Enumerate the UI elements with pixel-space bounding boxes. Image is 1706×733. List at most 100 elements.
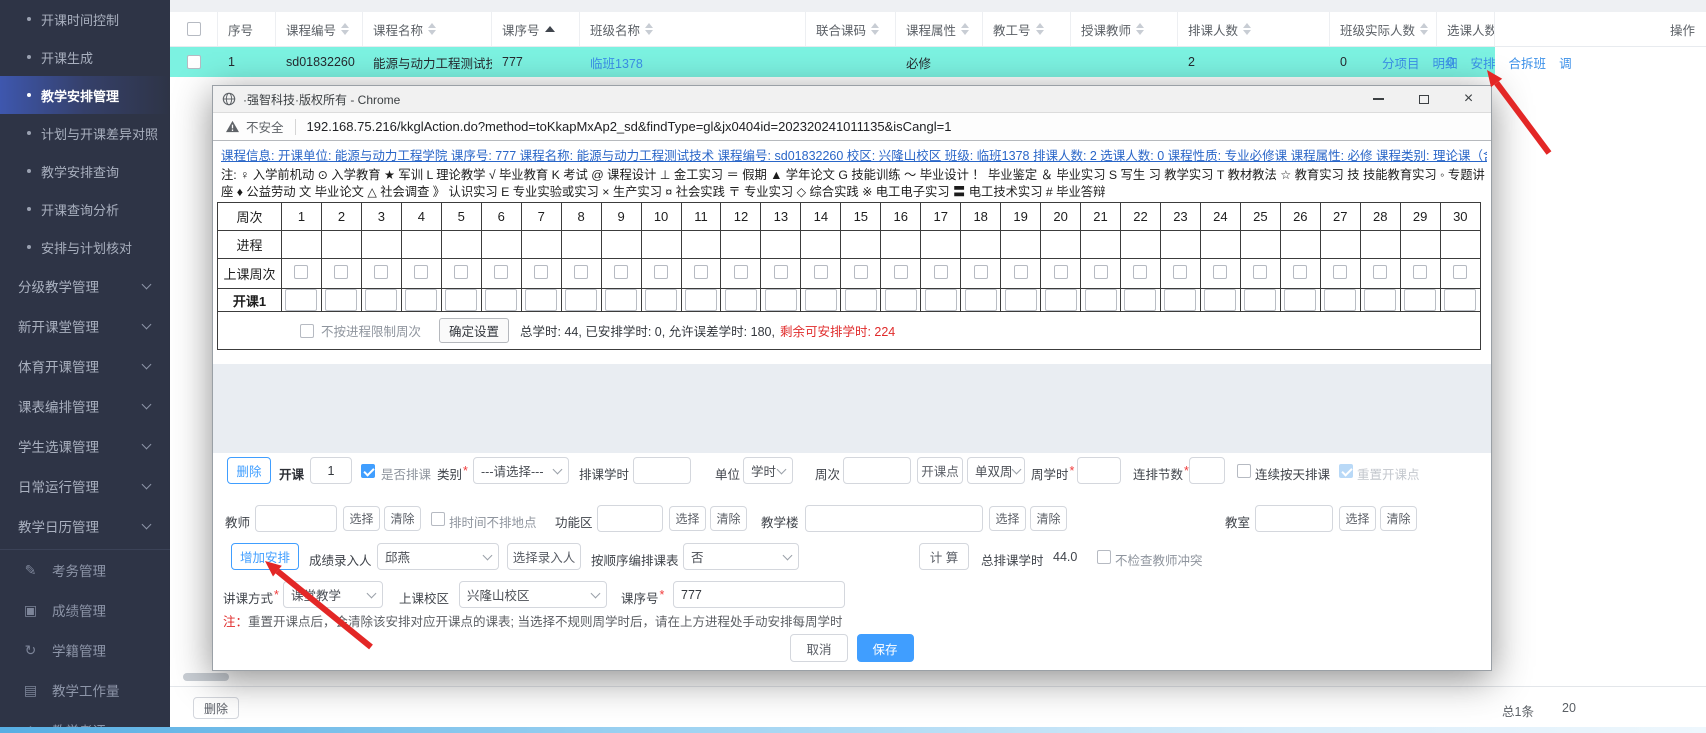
week-hours-input[interactable] xyxy=(1045,289,1077,311)
progress-cell[interactable] xyxy=(282,231,322,259)
progress-cell[interactable] xyxy=(721,231,761,259)
week-hours-input[interactable] xyxy=(445,289,477,311)
by-day-checkbox[interactable] xyxy=(1237,464,1251,478)
sort-icon[interactable] xyxy=(871,23,879,35)
week-checkbox[interactable] xyxy=(1173,265,1187,279)
teacher-clear-button[interactable]: 清除 xyxy=(384,506,421,531)
sidebar-item-4[interactable]: 教学安排查询 xyxy=(0,152,170,190)
week-hours-input[interactable] xyxy=(1444,289,1476,311)
sidebar-module-0[interactable]: ✎考务管理 xyxy=(0,550,170,590)
cell-value[interactable]: 临班1378 xyxy=(590,53,643,72)
week-hours-input[interactable] xyxy=(365,289,397,311)
course-no-input[interactable] xyxy=(673,581,845,608)
odd-even-select[interactable]: 单双周 xyxy=(967,457,1025,484)
week-checkbox[interactable] xyxy=(974,265,988,279)
zone-input[interactable] xyxy=(597,505,663,532)
week-checkbox[interactable] xyxy=(1413,265,1427,279)
campus-select[interactable]: 兴隆山校区 xyxy=(459,581,607,608)
week-checkbox[interactable] xyxy=(1293,265,1307,279)
week-hours-input[interactable] xyxy=(525,289,557,311)
progress-cell[interactable] xyxy=(1400,231,1440,259)
progress-cell[interactable] xyxy=(961,231,1001,259)
week-checkbox[interactable] xyxy=(774,265,788,279)
week-hours-input[interactable] xyxy=(645,289,677,311)
progress-cell[interactable] xyxy=(1440,231,1480,259)
action-link-0[interactable]: 分项目 xyxy=(1382,53,1420,72)
progress-cell[interactable] xyxy=(1240,231,1280,259)
progress-cell[interactable] xyxy=(1121,231,1161,259)
sort-icon[interactable] xyxy=(961,23,969,35)
sidebar-module-3[interactable]: ▤教学工作量 xyxy=(0,670,170,710)
progress-cell[interactable] xyxy=(1041,231,1081,259)
sidebar-item-6[interactable]: 安排与计划核对 xyxy=(0,228,170,266)
week-checkbox[interactable] xyxy=(734,265,748,279)
sidebar-item-5[interactable]: 开课查询分析 xyxy=(0,190,170,228)
window-titlebar[interactable]: ·强智科技·版权所有 - Chrome × xyxy=(213,86,1491,113)
sort-icon[interactable] xyxy=(1036,23,1044,35)
week-checkbox[interactable] xyxy=(614,265,628,279)
progress-cell[interactable] xyxy=(1081,231,1121,259)
week-hours-input[interactable] xyxy=(325,289,357,311)
sidebar-item-0[interactable]: 开课时间控制 xyxy=(0,0,170,38)
week-checkbox[interactable] xyxy=(1333,265,1347,279)
week-checkbox[interactable] xyxy=(1014,265,1028,279)
row-checkbox[interactable] xyxy=(187,55,201,69)
sidebar-group-5[interactable]: 日常运行管理 xyxy=(0,466,170,506)
week-checkbox[interactable] xyxy=(414,265,428,279)
week-checkbox[interactable] xyxy=(1373,265,1387,279)
action-link-3[interactable]: 合拆班 xyxy=(1509,53,1547,72)
week-checkbox[interactable] xyxy=(894,265,908,279)
progress-cell[interactable] xyxy=(401,231,441,259)
sidebar-group-1[interactable]: 新开课堂管理 xyxy=(0,306,170,346)
column-header-4[interactable]: 课序号 xyxy=(492,12,580,46)
week-hours-input[interactable] xyxy=(765,289,797,311)
progress-cell[interactable] xyxy=(801,231,841,259)
week-checkbox[interactable] xyxy=(1253,265,1267,279)
week-checkbox[interactable] xyxy=(1094,265,1108,279)
week-hours-input[interactable] xyxy=(1404,289,1436,311)
progress-cell[interactable] xyxy=(881,231,921,259)
method-select[interactable]: 课堂教学 xyxy=(283,581,383,608)
progress-cell[interactable] xyxy=(641,231,681,259)
week-checkbox[interactable] xyxy=(494,265,508,279)
column-header-9[interactable]: 授课教师 xyxy=(1071,12,1178,46)
calculate-button[interactable]: 计 算 xyxy=(919,543,969,570)
week-input[interactable] xyxy=(843,457,911,484)
progress-cell[interactable] xyxy=(841,231,881,259)
week-hours-input[interactable] xyxy=(1324,289,1356,311)
select-all-checkbox[interactable] xyxy=(187,22,201,36)
order-select[interactable]: 否 xyxy=(683,543,799,570)
progress-cell[interactable] xyxy=(441,231,481,259)
page-size-select[interactable]: 20 xyxy=(1562,701,1576,715)
column-header-2[interactable]: 课程编号 xyxy=(276,12,363,46)
sort-icon[interactable] xyxy=(341,23,349,35)
column-header-8[interactable]: 教工号 xyxy=(983,12,1071,46)
weekly-hours-input[interactable] xyxy=(1077,457,1121,484)
progress-cell[interactable] xyxy=(681,231,721,259)
week-checkbox[interactable] xyxy=(694,265,708,279)
week-checkbox[interactable] xyxy=(1054,265,1068,279)
week-hours-input[interactable] xyxy=(1005,289,1037,311)
sort-icon[interactable] xyxy=(645,23,653,35)
sort-icon[interactable] xyxy=(1136,23,1144,35)
sidebar-module-1[interactable]: ▣成绩管理 xyxy=(0,590,170,630)
minimize-icon[interactable] xyxy=(1356,86,1401,112)
action-link-4[interactable]: 调 xyxy=(1559,53,1572,72)
consecutive-input[interactable] xyxy=(1189,457,1225,484)
week-checkbox[interactable] xyxy=(814,265,828,279)
sidebar-module-2[interactable]: ↻学籍管理 xyxy=(0,630,170,670)
week-hours-input[interactable] xyxy=(1164,289,1196,311)
horizontal-scrollbar[interactable] xyxy=(183,673,229,681)
week-hours-input[interactable] xyxy=(725,289,757,311)
close-icon[interactable]: × xyxy=(1446,86,1491,112)
action-link-2[interactable]: 安排 xyxy=(1471,53,1496,72)
maximize-icon[interactable] xyxy=(1401,86,1446,112)
progress-cell[interactable] xyxy=(601,231,641,259)
progress-cell[interactable] xyxy=(361,231,401,259)
sort-icon[interactable] xyxy=(1243,23,1251,35)
week-hours-input[interactable] xyxy=(965,289,997,311)
column-header-5[interactable]: 班级名称 xyxy=(580,12,806,46)
hours-input[interactable] xyxy=(633,457,691,484)
building-select-button[interactable]: 选择 xyxy=(989,506,1026,531)
week-checkbox[interactable] xyxy=(1133,265,1147,279)
